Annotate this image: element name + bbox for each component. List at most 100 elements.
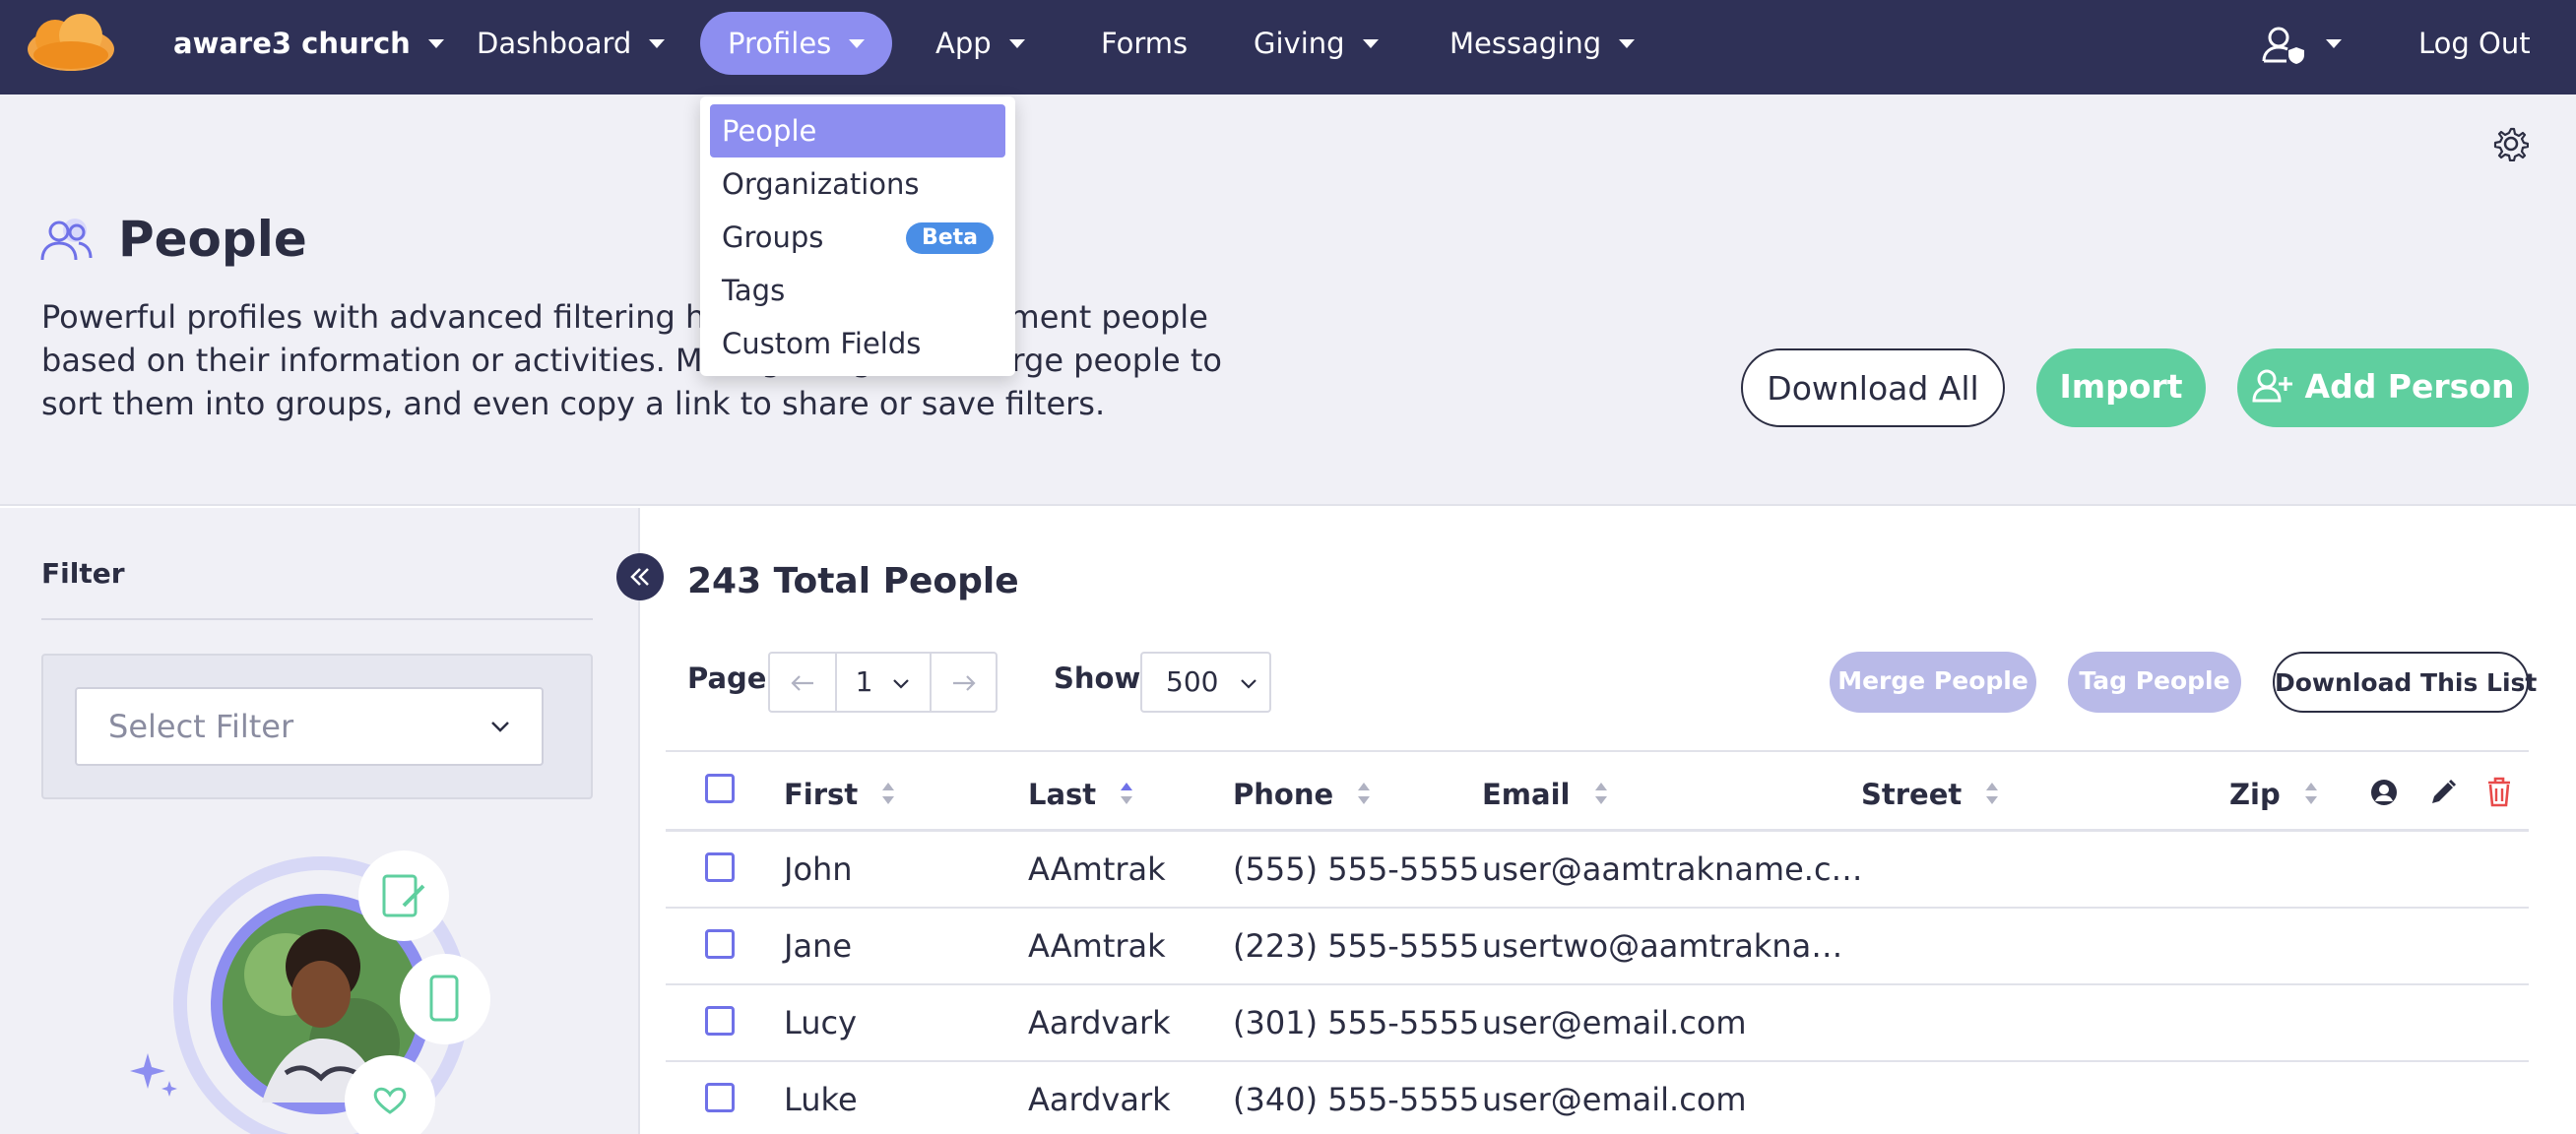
page-description: Powerful profiles with advanced filterin… [41,298,1222,422]
merge-people-button[interactable]: Merge People [1830,652,2036,713]
chevron-down-icon [2326,38,2342,48]
menu-item-custom-fields[interactable]: Custom Fields [710,317,1005,370]
chevron-down-icon [1008,38,1025,48]
nav-profiles[interactable]: Profiles [700,12,893,75]
row-checkbox[interactable] [705,929,735,959]
trash-icon[interactable] [2485,776,2513,807]
prev-page-button[interactable] [770,654,835,711]
chevron-down-icon [491,722,509,732]
row-checkbox[interactable] [705,1006,735,1036]
divider [41,618,593,620]
page-label: Page [687,662,767,695]
church-name: aware3 church [173,27,411,60]
nav-church-selector[interactable]: aware3 church [146,12,472,75]
pencil-icon[interactable] [2428,778,2458,807]
download-list-button[interactable]: Download This List [2273,652,2537,713]
arrow-left-icon [791,675,813,691]
collapse-sidebar-button[interactable] [616,553,664,600]
column-header-email[interactable]: Email [1482,778,1608,811]
column-first-label: First [784,778,859,811]
cell-first: Jane [784,927,853,965]
row-checkbox[interactable] [705,852,735,882]
chevron-down-icon [849,38,866,48]
cell-phone: (301) 555-5555 [1233,1004,1480,1041]
cell-email: user@email.com [1482,1004,1747,1041]
menu-item-people[interactable]: People [710,104,1005,158]
cell-last: AAmtrak [1028,850,1166,888]
arrow-right-icon [952,675,976,691]
sort-icon [882,783,895,804]
cell-phone: (223) 555-5555 [1233,927,1480,965]
divider [666,1060,2529,1062]
nav-messaging-label: Messaging [1449,27,1602,60]
add-person-label: Add Person [2304,367,2515,406]
column-header-street[interactable]: Street [1861,778,1999,811]
sort-icon [2304,783,2317,804]
page-number-select[interactable]: 1 [837,654,930,711]
column-street-label: Street [1861,778,1963,811]
page-size-select[interactable]: 500 [1140,652,1271,713]
menu-item-groups-label: Groups [722,220,824,254]
total-people-count: 243 Total People [687,561,1019,601]
chevron-down-icon [427,38,444,48]
menu-item-groups[interactable]: Groups Beta [710,211,1005,264]
chevron-down-icon [1241,679,1257,689]
select-filter-dropdown[interactable]: Select Filter [75,687,544,766]
cell-email: usertwo@aamtrakna… [1482,927,1843,965]
select-filter-placeholder: Select Filter [108,708,294,745]
nav-forms-label: Forms [1101,27,1189,60]
chevron-down-icon [1619,38,1636,48]
nav-account-menu[interactable] [2233,12,2369,75]
chevron-down-icon [893,679,910,689]
nav-messaging[interactable]: Messaging [1422,12,1662,75]
cell-last: Aardvark [1028,1004,1171,1041]
nav-profiles-label: Profiles [728,27,832,60]
nav-dashboard[interactable]: Dashboard [449,12,692,75]
column-header-last[interactable]: Last [1028,778,1133,811]
user-circle-icon[interactable] [2369,778,2399,807]
logo[interactable] [26,12,116,71]
nav-giving[interactable]: Giving [1226,12,1406,75]
column-header-phone[interactable]: Phone [1233,778,1371,811]
pagination: 1 [768,652,998,713]
page-title: People [118,211,307,268]
column-zip-label: Zip [2229,778,2281,811]
cell-last: Aardvark [1028,1081,1171,1118]
page-number: 1 [855,665,873,698]
show-label: Show [1054,662,1141,695]
people-illustration [130,850,490,1134]
cell-last: AAmtrak [1028,927,1166,965]
column-header-first[interactable]: First [784,778,895,811]
nav-app[interactable]: App [908,12,1053,75]
divider [666,829,2529,832]
menu-item-tags[interactable]: Tags [710,264,1005,317]
select-all-checkbox[interactable] [705,774,735,803]
cell-first: Luke [784,1081,858,1118]
sort-icon [1594,783,1607,804]
cell-phone: (340) 555-5555 [1233,1081,1480,1118]
divider [666,750,2529,752]
divider [666,907,2529,909]
filter-heading: Filter [41,557,125,590]
nav-app-label: App [935,27,992,60]
add-person-button[interactable]: Add Person [2237,348,2529,427]
page-size-value: 500 [1166,665,1219,698]
top-navbar: aware3 church Dashboard Profiles App For… [0,0,2576,94]
cell-phone: (555) 555-5555 [1233,850,1480,888]
menu-item-organizations[interactable]: Organizations [710,158,1005,211]
collapse-left-icon [630,568,649,586]
logout-label: Log Out [2418,27,2531,60]
nav-forms[interactable]: Forms [1073,12,1215,75]
nav-giving-label: Giving [1254,27,1345,60]
tag-people-button[interactable]: Tag People [2068,652,2241,713]
import-button[interactable]: Import [2036,348,2206,427]
column-header-zip[interactable]: Zip [2229,778,2318,811]
download-all-button[interactable]: Download All [1741,348,2005,427]
add-user-icon [2252,369,2292,402]
next-page-button[interactable] [932,654,996,711]
beta-badge: Beta [905,222,994,254]
gear-icon[interactable] [2493,126,2529,161]
logout-link[interactable]: Log Out [2391,12,2558,75]
row-checkbox[interactable] [705,1083,735,1112]
cell-first: Lucy [784,1004,858,1041]
